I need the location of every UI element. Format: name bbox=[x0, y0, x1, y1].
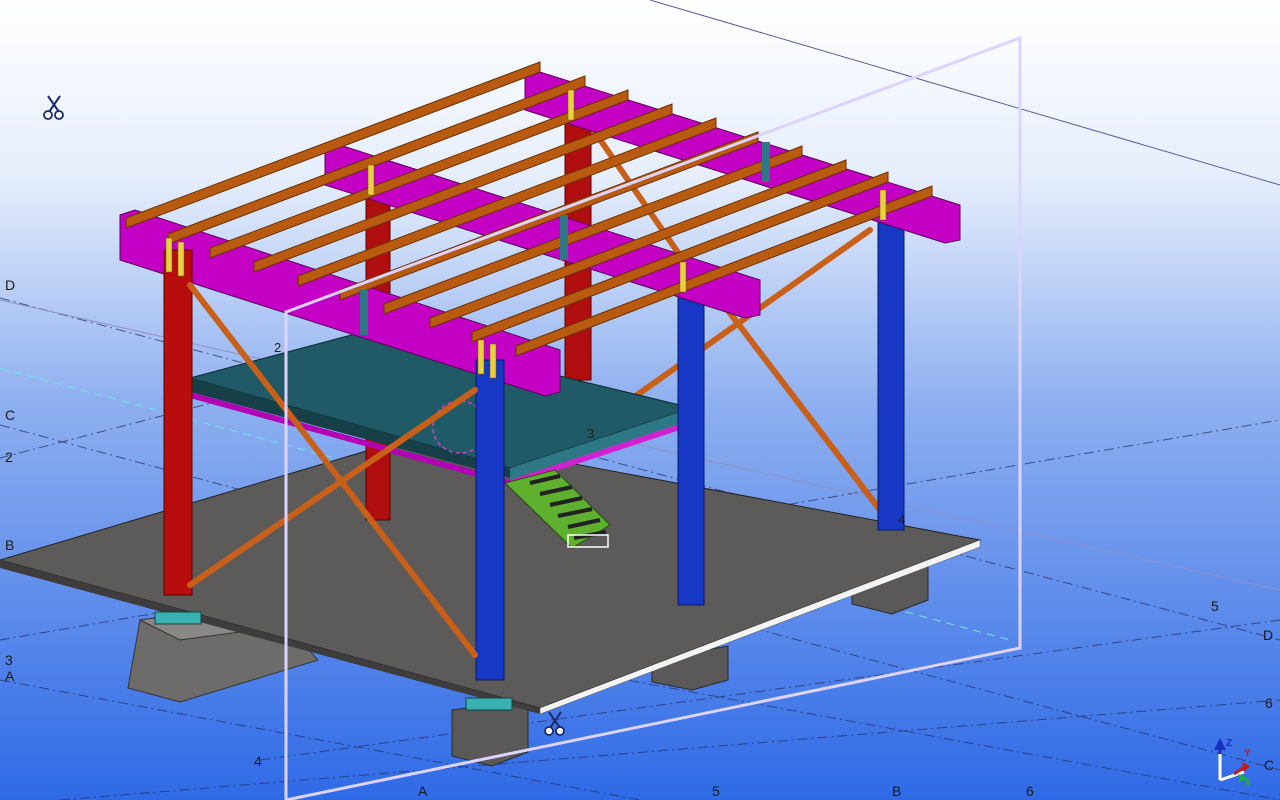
part-label: 4 bbox=[898, 512, 905, 527]
grid-label: A bbox=[418, 783, 428, 799]
grid-label: 6 bbox=[1265, 695, 1273, 711]
column-blue-mid bbox=[677, 269, 705, 606]
grid-label: B bbox=[5, 537, 14, 553]
grid-label: B bbox=[892, 783, 901, 799]
grid-label: 6 bbox=[1026, 783, 1034, 799]
part-label: 2 bbox=[274, 340, 281, 355]
grid-label: C bbox=[1264, 757, 1274, 773]
grid-label: 5 bbox=[712, 783, 720, 799]
grid-label: 2 bbox=[5, 449, 13, 465]
clip-plane-scissors-icon[interactable] bbox=[543, 710, 569, 738]
clip-plane-scissors-icon[interactable] bbox=[42, 94, 68, 122]
grid-label: 5 bbox=[1211, 598, 1219, 614]
grid-label: C bbox=[5, 407, 15, 423]
axis-z-label: Z bbox=[1226, 738, 1232, 749]
grid-label: D bbox=[1263, 627, 1273, 643]
grid-label: 3 bbox=[5, 652, 13, 668]
column-blue-front bbox=[475, 359, 505, 681]
axis-x-label: X bbox=[1244, 778, 1251, 789]
column-blue-right bbox=[877, 209, 905, 531]
grid-label: A bbox=[5, 668, 15, 684]
part-label: 3 bbox=[587, 426, 594, 441]
grid-label: 4 bbox=[254, 753, 262, 769]
grid-label: D bbox=[5, 277, 15, 293]
3d-model-viewport[interactable]: D C 2 B 3 A 4 A 5 B 6 5 D 6 C 2 3 4 Z Y … bbox=[0, 0, 1280, 800]
column-red-front-left bbox=[163, 249, 193, 596]
axis-y-label: Y bbox=[1244, 748, 1251, 759]
